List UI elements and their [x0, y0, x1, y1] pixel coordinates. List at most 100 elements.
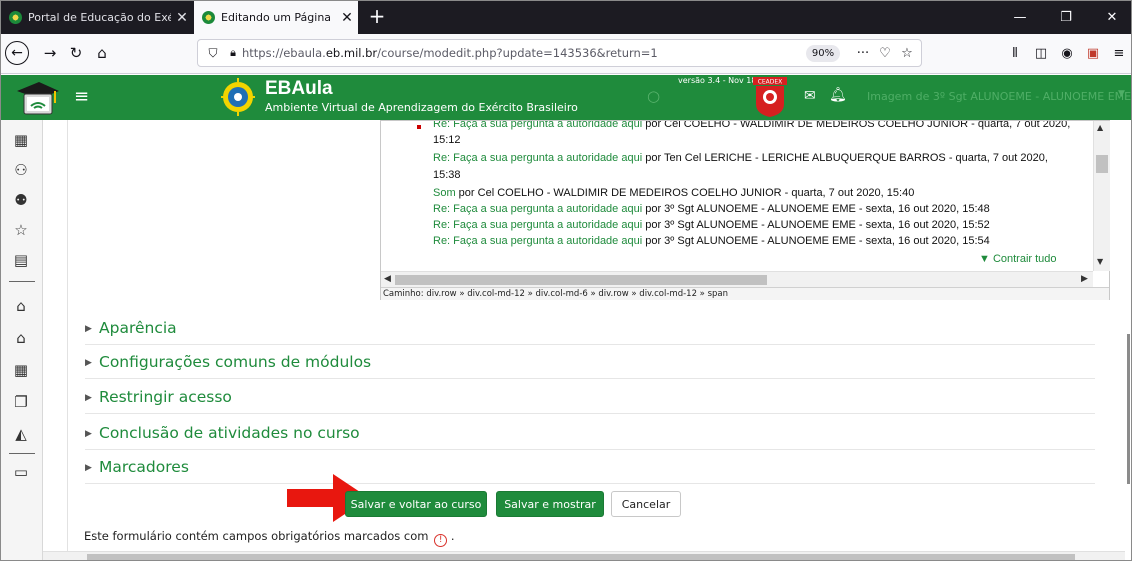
book-icon[interactable]: ▤: [9, 248, 33, 272]
account-icon[interactable]: ◉: [1055, 41, 1079, 65]
menu-icon[interactable]: ≡: [1107, 41, 1131, 65]
page-vertical-scrollbar[interactable]: [1125, 120, 1131, 560]
section-title[interactable]: Configurações comuns de módulos: [99, 353, 371, 371]
forward-arrow-icon[interactable]: →: [37, 40, 63, 66]
scroll-thumb[interactable]: [395, 275, 767, 285]
scroll-down-icon[interactable]: ▼: [1097, 257, 1103, 266]
text-editor[interactable]: Re: Faça a sua pergunta a autoridade aqu…: [380, 120, 1110, 300]
pocket-save-icon[interactable]: ▣: [1081, 41, 1105, 65]
cancel-button[interactable]: Cancelar: [611, 491, 681, 517]
section-title[interactable]: Conclusão de atividades no curso: [99, 424, 360, 442]
folder-icon[interactable]: ▭: [9, 460, 33, 484]
notifications-bell-icon[interactable]: 🔔︎: [829, 87, 847, 103]
app-header: ≡ EBAula Ambiente Virtual de Aprendizage…: [1, 75, 1131, 120]
page-actions-icon[interactable]: ···: [852, 42, 874, 64]
editor-content[interactable]: Re: Faça a sua pergunta a autoridade aqu…: [381, 121, 1093, 271]
forum-post-line: Re: Faça a sua pergunta a autoridade aqu…: [433, 121, 1070, 130]
home-icon[interactable]: ⌂: [89, 40, 115, 66]
army-emblem-icon: [221, 78, 255, 116]
scroll-right-icon[interactable]: ▶: [1081, 274, 1088, 284]
section-activity-completion[interactable]: ▶ Conclusão de atividades no curso: [85, 420, 1095, 450]
files-icon[interactable]: ❐: [9, 390, 33, 414]
hamburger-menu-icon[interactable]: ≡: [74, 87, 89, 107]
scroll-left-icon[interactable]: ◀: [384, 274, 391, 284]
new-tab-icon[interactable]: +: [365, 5, 389, 29]
pocket-icon[interactable]: ♡: [874, 42, 896, 64]
collapse-all-link[interactable]: ▼ Contrair tudo: [979, 253, 1057, 265]
section-common-module-settings[interactable]: ▶ Configurações comuns de módulos: [85, 349, 1095, 379]
section-tags[interactable]: ▶ Marcadores: [85, 454, 1095, 484]
main-content: Re: Faça a sua pergunta a autoridade aqu…: [43, 120, 1125, 560]
reload-icon[interactable]: ↻: [63, 40, 89, 66]
chevron-right-icon: ▶: [85, 393, 92, 403]
minimize-icon[interactable]: —: [997, 1, 1043, 34]
zoom-level[interactable]: 90%: [806, 45, 840, 62]
brand-title[interactable]: EBAula: [265, 78, 333, 100]
restore-icon[interactable]: ❐: [1043, 1, 1089, 34]
home-icon[interactable]: ⌂: [9, 294, 33, 318]
editor-vertical-scrollbar[interactable]: ▲ ▼: [1093, 121, 1110, 271]
calendar-icon[interactable]: ▦: [9, 358, 33, 382]
post-link[interactable]: Re: Faça a sua pergunta a autoridade aqu…: [433, 219, 642, 231]
drawer-divider: [9, 453, 35, 454]
tab-label: Editando um Página: [221, 11, 332, 24]
site-favicon-icon: [202, 11, 215, 24]
chevron-right-icon: ▶: [85, 463, 92, 473]
url-bar[interactable]: ⛉ 🔒︎ https://ebaula.eb.mil.br/course/mod…: [197, 39, 922, 67]
post-link[interactable]: Re: Faça a sua pergunta a autoridade aqu…: [433, 152, 642, 164]
post-link[interactable]: Som: [433, 187, 456, 199]
scroll-thumb[interactable]: [1127, 334, 1130, 484]
user-menu[interactable]: Imagem de 3º Sgt ALUNOEME - ALUNOEME EME: [867, 90, 1131, 103]
tab-editing[interactable]: Editando um Página ✕: [194, 1, 358, 34]
post-link[interactable]: Re: Faça a sua pergunta a autoridade aqu…: [433, 203, 642, 215]
scroll-up-icon[interactable]: ▲: [1097, 123, 1103, 132]
back-arrow-icon[interactable]: ←: [5, 41, 29, 65]
bookmark-star-icon[interactable]: ☆: [896, 42, 918, 64]
graduation-cap-logo-icon[interactable]: [15, 79, 59, 117]
page-horizontal-scrollbar[interactable]: [43, 551, 1125, 560]
version-label: versão 3.4 - Nov 18: [678, 76, 757, 85]
ceadex-badge-icon: CEADEX: [753, 77, 787, 117]
scroll-thumb[interactable]: [1096, 155, 1108, 173]
section-title[interactable]: Restringir acesso: [99, 388, 232, 406]
save-and-return-button[interactable]: Salvar e voltar ao curso: [345, 491, 487, 517]
scroll-thumb[interactable]: [87, 554, 1075, 560]
close-tab-icon[interactable]: ✕: [336, 10, 358, 26]
badge-icon[interactable]: ⚇: [9, 158, 33, 182]
messages-icon[interactable]: ✉: [804, 88, 816, 104]
save-and-show-button[interactable]: Salvar e mostrar: [496, 491, 604, 517]
site-favicon-icon: [9, 11, 22, 24]
tracking-shield-icon[interactable]: ⛉: [202, 46, 224, 61]
section-restrict-access[interactable]: ▶ Restringir acesso: [85, 384, 1095, 414]
chevron-down-icon[interactable]: ▼: [1118, 89, 1125, 99]
required-icon: !: [434, 534, 448, 547]
users-icon[interactable]: ⚉: [9, 188, 33, 212]
nav-drawer: ▦ ⚇ ⚉ ☆ ▤ ⌂ ⌂ ▦ ❐ ◭ ▭: [1, 120, 43, 560]
tab-bar: Portal de Educação do Exército ✕ Editand…: [1, 1, 1131, 34]
brand-subtitle: Ambiente Virtual de Aprendizagem do Exér…: [265, 101, 578, 114]
forum-post-line: 15:38: [433, 169, 461, 181]
tab-portal[interactable]: Portal de Educação do Exército ✕: [1, 1, 193, 34]
forum-post-line: 15:12: [433, 134, 461, 146]
sidebar-icon[interactable]: ◫: [1029, 41, 1053, 65]
lock-icon[interactable]: 🔒︎: [224, 46, 242, 60]
post-link[interactable]: Re: Faça a sua pergunta a autoridade aqu…: [433, 121, 642, 130]
section-title[interactable]: Marcadores: [99, 458, 189, 476]
element-path-bar: Caminho: div.row » div.col-md-12 » div.c…: [381, 287, 1109, 300]
svg-text:CEADEX: CEADEX: [758, 79, 783, 86]
tab-label: Portal de Educação do Exército: [28, 11, 171, 24]
drawer-divider: [9, 281, 35, 282]
close-tab-icon[interactable]: ✕: [171, 10, 193, 26]
section-appearance[interactable]: ▶ Aparência: [85, 315, 1095, 345]
post-link[interactable]: Re: Faça a sua pergunta a autoridade aqu…: [433, 235, 642, 247]
library-icon[interactable]: ⫴: [1003, 41, 1027, 65]
search-icon[interactable]: ○: [647, 87, 660, 105]
editor-horizontal-scrollbar[interactable]: ◀ ▶: [381, 271, 1093, 287]
dashboard-icon[interactable]: ▦: [9, 128, 33, 152]
nav-bar: ← → ↻ ⌂ ⛉ 🔒︎ https://ebaula.eb.mil.br/co…: [1, 34, 1131, 74]
close-icon[interactable]: ✕: [1089, 1, 1131, 34]
section-title[interactable]: Aparência: [99, 319, 177, 337]
star-icon[interactable]: ☆: [9, 218, 33, 242]
site-home-icon[interactable]: ⌂: [9, 326, 33, 350]
graduation-icon[interactable]: ◭: [9, 422, 33, 446]
